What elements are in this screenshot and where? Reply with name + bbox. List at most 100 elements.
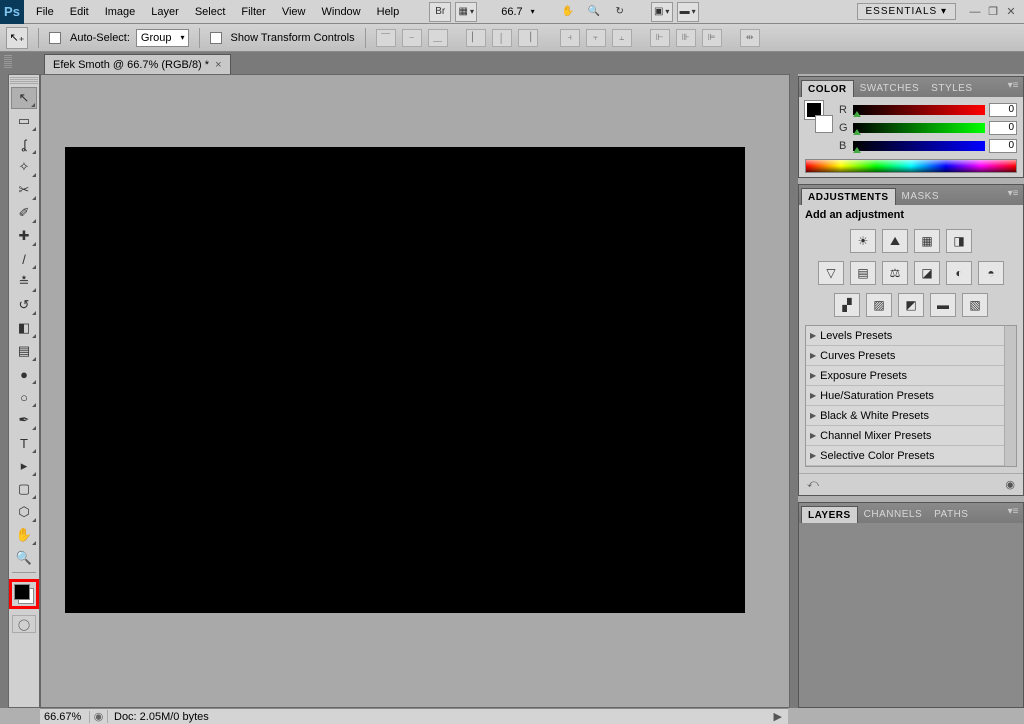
brightness-contrast-icon[interactable]: ☀ — [850, 229, 876, 253]
selective-color-icon[interactable]: ▧ — [962, 293, 988, 317]
menu-image[interactable]: Image — [97, 0, 144, 24]
brush-tool[interactable]: / — [11, 248, 37, 270]
menu-layer[interactable]: Layer — [143, 0, 187, 24]
tab-paths[interactable]: PATHS — [928, 506, 974, 523]
hand-tool[interactable]: ✋ — [11, 524, 37, 546]
status-info-icon[interactable]: ◉ — [90, 710, 108, 723]
invert-icon[interactable]: ▞ — [834, 293, 860, 317]
preset-item[interactable]: ▶Channel Mixer Presets — [806, 426, 1016, 446]
current-tool-icon[interactable]: ↖₊ — [6, 27, 28, 49]
distribute-bottom-icon[interactable]: ⫠ — [612, 29, 632, 47]
crop-tool[interactable]: ✂ — [11, 179, 37, 201]
shape-tool[interactable]: ▢ — [11, 478, 37, 500]
pen-tool[interactable]: ✒ — [11, 409, 37, 431]
window-restore-icon[interactable]: ❐ — [986, 5, 1000, 19]
align-hcenter-icon[interactable]: │ — [492, 29, 512, 47]
document-tab[interactable]: Efek Smoth @ 66.7% (RGB/8) * × — [44, 54, 231, 74]
arrange-icon[interactable]: ▣▾ — [651, 2, 673, 22]
distribute-right-icon[interactable]: ⊫ — [702, 29, 722, 47]
preset-item[interactable]: ▶Hue/Saturation Presets — [806, 386, 1016, 406]
align-left-icon[interactable]: ▏ — [466, 29, 486, 47]
distribute-top-icon[interactable]: ⫞ — [560, 29, 580, 47]
color-mini-swatch[interactable] — [805, 101, 833, 133]
curves-icon[interactable]: ▦ — [914, 229, 940, 253]
marquee-tool[interactable]: ▭ — [11, 110, 37, 132]
show-transform-checkbox[interactable] — [210, 32, 222, 44]
mini-bg-swatch[interactable] — [815, 115, 833, 133]
blur-tool[interactable]: ● — [11, 363, 37, 385]
menu-select[interactable]: Select — [187, 0, 234, 24]
slider-B[interactable] — [853, 141, 985, 151]
zoom-readout[interactable]: 66.7 — [495, 6, 528, 18]
panel-menu-icon[interactable]: ▾≡ — [1006, 188, 1020, 200]
align-top-icon[interactable]: ⎺ — [376, 29, 396, 47]
tab-swatches[interactable]: SWATCHES — [854, 80, 926, 97]
tab-layers[interactable]: LAYERS — [801, 506, 858, 523]
tab-strip-grip-icon[interactable] — [4, 55, 12, 69]
slider-G[interactable] — [853, 123, 985, 133]
film-strip-icon[interactable]: ▦▾ — [455, 2, 477, 22]
auto-select-dropdown[interactable]: Group — [136, 29, 189, 47]
menu-file[interactable]: File — [28, 0, 62, 24]
align-vcenter-icon[interactable]: ⎯ — [402, 29, 422, 47]
lasso-tool[interactable]: ʆ — [11, 133, 37, 155]
slider-value-B[interactable]: 0 — [989, 139, 1017, 153]
tab-styles[interactable]: STYLES — [925, 80, 978, 97]
channel-mixer-icon[interactable]: ◓ — [978, 261, 1004, 285]
rotate-icon[interactable]: ↻ — [609, 2, 631, 22]
window-close-icon[interactable]: ✕ — [1004, 5, 1018, 19]
status-doc-info[interactable]: Doc: 2.05M/0 bytes — [108, 711, 215, 723]
clone-stamp-tool[interactable]: ≛ — [11, 271, 37, 293]
menu-view[interactable]: View — [274, 0, 314, 24]
preset-item[interactable]: ▶Levels Presets — [806, 326, 1016, 346]
menu-window[interactable]: Window — [314, 0, 369, 24]
gradient-map-icon[interactable]: ▬ — [930, 293, 956, 317]
menu-help[interactable]: Help — [369, 0, 408, 24]
slider-value-G[interactable]: 0 — [989, 121, 1017, 135]
gradient-tool[interactable]: ▤ — [11, 340, 37, 362]
vibrance-icon[interactable]: ▽ — [818, 261, 844, 285]
exposure-icon[interactable]: ◨ — [946, 229, 972, 253]
window-minimize-icon[interactable]: — — [968, 5, 982, 19]
path-select-tool[interactable]: ▸ — [11, 455, 37, 477]
eyedropper-tool[interactable]: ✐ — [11, 202, 37, 224]
preset-item[interactable]: ▶Selective Color Presets — [806, 446, 1016, 466]
panel-menu-icon[interactable]: ▾≡ — [1006, 506, 1020, 518]
zoom-icon[interactable]: 🔍 — [583, 2, 605, 22]
preset-item[interactable]: ▶Curves Presets — [806, 346, 1016, 366]
photo-filter-icon[interactable]: ◐ — [946, 261, 972, 285]
align-right-icon[interactable]: ▕ — [518, 29, 538, 47]
adj-return-icon[interactable]: ⤺ — [807, 478, 819, 491]
dodge-tool[interactable]: ○ — [11, 386, 37, 408]
distribute-left-icon[interactable]: ⊩ — [650, 29, 670, 47]
canvas-area[interactable] — [40, 74, 790, 708]
status-zoom[interactable]: 66.67% — [40, 711, 90, 723]
screen-mode-icon[interactable]: ▬▾ — [677, 2, 699, 22]
hue-sat-icon[interactable]: ▤ — [850, 261, 876, 285]
black-white-icon[interactable]: ◪ — [914, 261, 940, 285]
status-play-icon[interactable]: ▶ — [768, 710, 788, 723]
panel-menu-icon[interactable]: ▾≡ — [1006, 80, 1020, 92]
adj-clip-icon[interactable]: ◉ — [1005, 478, 1015, 491]
preset-item[interactable]: ▶Black & White Presets — [806, 406, 1016, 426]
document-canvas[interactable] — [65, 147, 745, 613]
quick-mask-icon[interactable]: ◯ — [12, 615, 36, 633]
menu-edit[interactable]: Edit — [62, 0, 97, 24]
distribute-vcenter-icon[interactable]: ⫟ — [586, 29, 606, 47]
tab-channels[interactable]: CHANNELS — [858, 506, 928, 523]
zoom-dropdown-icon[interactable]: ▾ — [531, 7, 535, 16]
threshold-icon[interactable]: ◩ — [898, 293, 924, 317]
levels-icon[interactable]: ⛰ — [882, 229, 908, 253]
posterize-icon[interactable]: ▨ — [866, 293, 892, 317]
tab-close-icon[interactable]: × — [215, 59, 221, 71]
preset-item[interactable]: ▶Exposure Presets — [806, 366, 1016, 386]
type-tool[interactable]: T — [11, 432, 37, 454]
hand-icon[interactable]: ✋ — [557, 2, 579, 22]
align-bottom-icon[interactable]: ⎽ — [428, 29, 448, 47]
preset-scrollbar[interactable] — [1004, 326, 1016, 466]
zoom-tool[interactable]: 🔍 — [11, 547, 37, 569]
color-balance-icon[interactable]: ⚖ — [882, 261, 908, 285]
foreground-color-swatch[interactable] — [14, 584, 30, 600]
color-ramp[interactable] — [805, 159, 1017, 173]
3d-tool[interactable]: ⬡ — [11, 501, 37, 523]
